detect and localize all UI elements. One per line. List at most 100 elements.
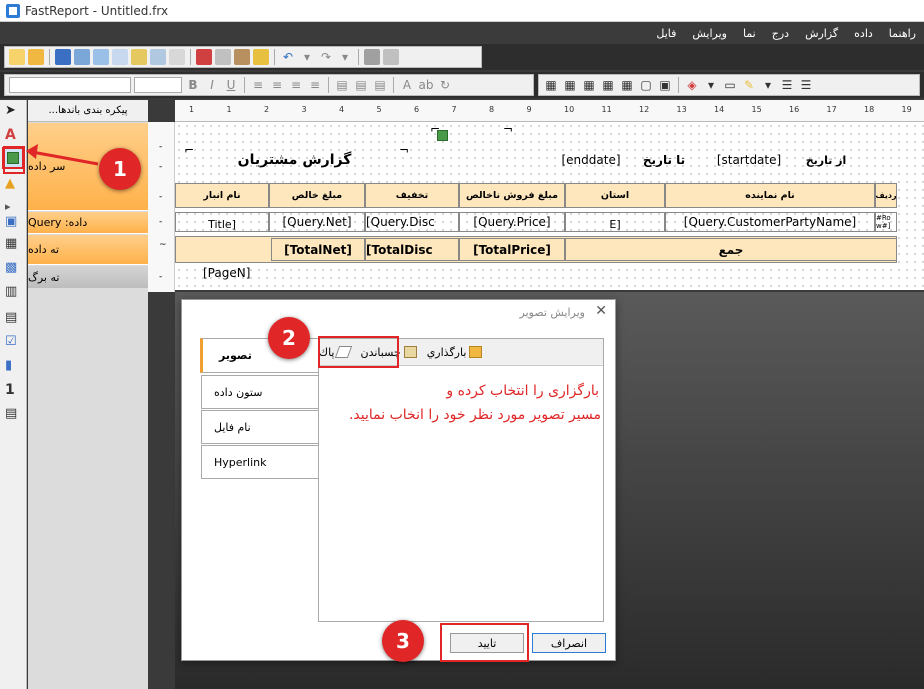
border-right-icon[interactable]: ▦ (600, 78, 616, 92)
from-date-label[interactable]: از تاریخ (801, 146, 851, 174)
font-color-icon[interactable]: A (399, 78, 415, 92)
group-icon[interactable] (364, 49, 380, 65)
format-painter-icon[interactable] (253, 49, 269, 65)
border-all-icon[interactable]: ▦ (619, 78, 635, 92)
cut-icon[interactable] (196, 49, 212, 65)
line-color-icon[interactable]: ✎ (741, 78, 757, 92)
table-object-icon[interactable]: ▦ (5, 236, 21, 252)
data-query-price[interactable]: [Query.Price] (459, 212, 565, 232)
fill-color-icon[interactable]: ◈ (684, 78, 700, 92)
fill-dropdown-icon[interactable]: ▾ (703, 78, 719, 92)
menu-file[interactable]: فايل (648, 27, 684, 40)
ungroup-icon[interactable] (383, 49, 399, 65)
border-none-icon[interactable]: ▢ (638, 78, 654, 92)
band-page-footer[interactable]: ته برگ (28, 266, 148, 288)
data-row-number[interactable]: #Ro w#] (875, 212, 897, 232)
matrix-object-icon[interactable]: ▩ (5, 260, 21, 276)
new-dialog-icon[interactable] (112, 49, 128, 65)
data-query-net[interactable]: [Query.Net] (269, 212, 365, 232)
configure-bands-button[interactable]: ...پيكره بندی باندها (28, 100, 148, 122)
bold-icon[interactable]: B (185, 78, 201, 92)
underline-icon[interactable]: U (223, 78, 239, 92)
open-folder-icon[interactable] (28, 49, 44, 65)
header-discount[interactable]: تخفيف (365, 183, 459, 208)
align-bottom-icon[interactable]: ▤ (372, 78, 388, 92)
align-middle-icon[interactable]: ▤ (353, 78, 369, 92)
header-warehouse-name[interactable]: نام انبار (175, 183, 269, 208)
align-center-icon[interactable]: ≡ (269, 78, 285, 92)
line-style-icon[interactable]: ☰ (798, 78, 814, 92)
justify-icon[interactable]: ≡ (307, 78, 323, 92)
data-warehouse-title[interactable]: Title] (175, 212, 269, 232)
new-report-icon[interactable] (9, 49, 25, 65)
copy-icon[interactable] (215, 49, 231, 65)
data-query-discount[interactable]: [Query.Disc (365, 212, 459, 232)
checkbox-object-icon[interactable]: ☑ (5, 334, 21, 350)
line-width-icon[interactable]: ☰ (779, 78, 795, 92)
undo-dropdown-icon[interactable]: ▾ (299, 50, 315, 64)
digital-signature-icon[interactable]: 1 (5, 382, 21, 398)
data-customer-party-name[interactable]: [Query.CustomerPartyName] (665, 212, 875, 232)
add-data-icon[interactable] (131, 49, 147, 65)
total-price[interactable]: [TotalPrice] (459, 238, 565, 261)
data-province[interactable]: E] (565, 212, 665, 232)
highlight-icon[interactable]: ab (418, 78, 434, 92)
border-outline-icon[interactable]: ▣ (657, 78, 673, 92)
report-page[interactable]: ⌐ ¬ گزارش مشتريان ⌐ ¬ [enddate] تا تاریخ… (175, 122, 924, 290)
total-label[interactable]: جمع (565, 238, 897, 261)
font-name-combo[interactable] (9, 77, 131, 93)
shape-object-icon[interactable]: ▲ (5, 176, 21, 192)
page-number-field[interactable]: [PageN] (203, 266, 273, 284)
text-object-icon[interactable]: A (5, 127, 21, 143)
chart-object-icon[interactable]: ▮ (5, 358, 21, 374)
map-object-icon[interactable]: ▤ (5, 406, 21, 422)
load-button[interactable]: بارگذاري (427, 346, 483, 359)
border-bottom-icon[interactable]: ▦ (562, 78, 578, 92)
select-arrow-icon[interactable]: ➤ (5, 103, 21, 119)
menu-help[interactable]: راهنما (881, 27, 924, 40)
header-row-number[interactable]: رديف (875, 183, 897, 208)
header-gross-sales[interactable]: مبلغ فروش ناخالص (459, 183, 565, 208)
menu-view[interactable]: نما (735, 27, 764, 40)
line-color-dropdown-icon[interactable]: ▾ (760, 78, 776, 92)
total-net[interactable]: [TotalNet] (271, 238, 365, 261)
menu-data[interactable]: داده (846, 27, 881, 40)
to-date-label[interactable]: تا تاریخ (639, 148, 689, 172)
tab-hyperlink[interactable]: Hyperlink (201, 445, 319, 479)
menu-report[interactable]: گزارش (797, 27, 846, 40)
subreport-icon[interactable]: ▣ (5, 214, 21, 230)
italic-icon[interactable]: I (204, 78, 220, 92)
new-page-icon[interactable] (93, 49, 109, 65)
rotate-icon[interactable]: ↻ (437, 78, 453, 92)
page-setup-icon[interactable] (150, 49, 166, 65)
delete-page-icon[interactable] (169, 49, 185, 65)
enddate-field[interactable]: [enddate] (547, 150, 635, 170)
align-right-icon[interactable]: ≡ (288, 78, 304, 92)
paste-icon[interactable] (234, 49, 250, 65)
redo-icon[interactable]: ↷ (318, 50, 334, 64)
band-data[interactable]: داده: Query (28, 212, 148, 234)
cancel-button[interactable]: انصراف (532, 633, 606, 653)
align-top-icon[interactable]: ▤ (334, 78, 350, 92)
rich-text-icon[interactable]: ▤ (5, 310, 21, 326)
redo-dropdown-icon[interactable]: ▾ (337, 50, 353, 64)
save-icon[interactable] (55, 49, 71, 65)
border-left-icon[interactable]: ▦ (581, 78, 597, 92)
shadow-icon[interactable]: ▭ (722, 78, 738, 92)
preview-icon[interactable] (74, 49, 90, 65)
header-net-amount[interactable]: مبلغ خالص (269, 183, 365, 208)
total-discount[interactable]: [TotalDisc (365, 238, 459, 261)
menu-insert[interactable]: درج (764, 27, 797, 40)
border-top-icon[interactable]: ▦ (543, 78, 559, 92)
header-province[interactable]: استان (565, 183, 665, 208)
startdate-field[interactable]: [startdate] (705, 150, 793, 170)
menu-edit[interactable]: ويرايش (684, 27, 735, 40)
band-data-footer[interactable]: ته داده (28, 235, 148, 265)
align-left-icon[interactable]: ≡ (250, 78, 266, 92)
header-agent-name[interactable]: نام نماينده (665, 183, 875, 208)
barcode-icon[interactable]: ▥ (5, 284, 21, 300)
font-size-combo[interactable] (134, 77, 182, 93)
undo-icon[interactable]: ↶ (280, 50, 296, 64)
report-title[interactable]: گزارش مشتريان (187, 146, 402, 174)
close-icon[interactable]: ✕ (595, 303, 607, 319)
